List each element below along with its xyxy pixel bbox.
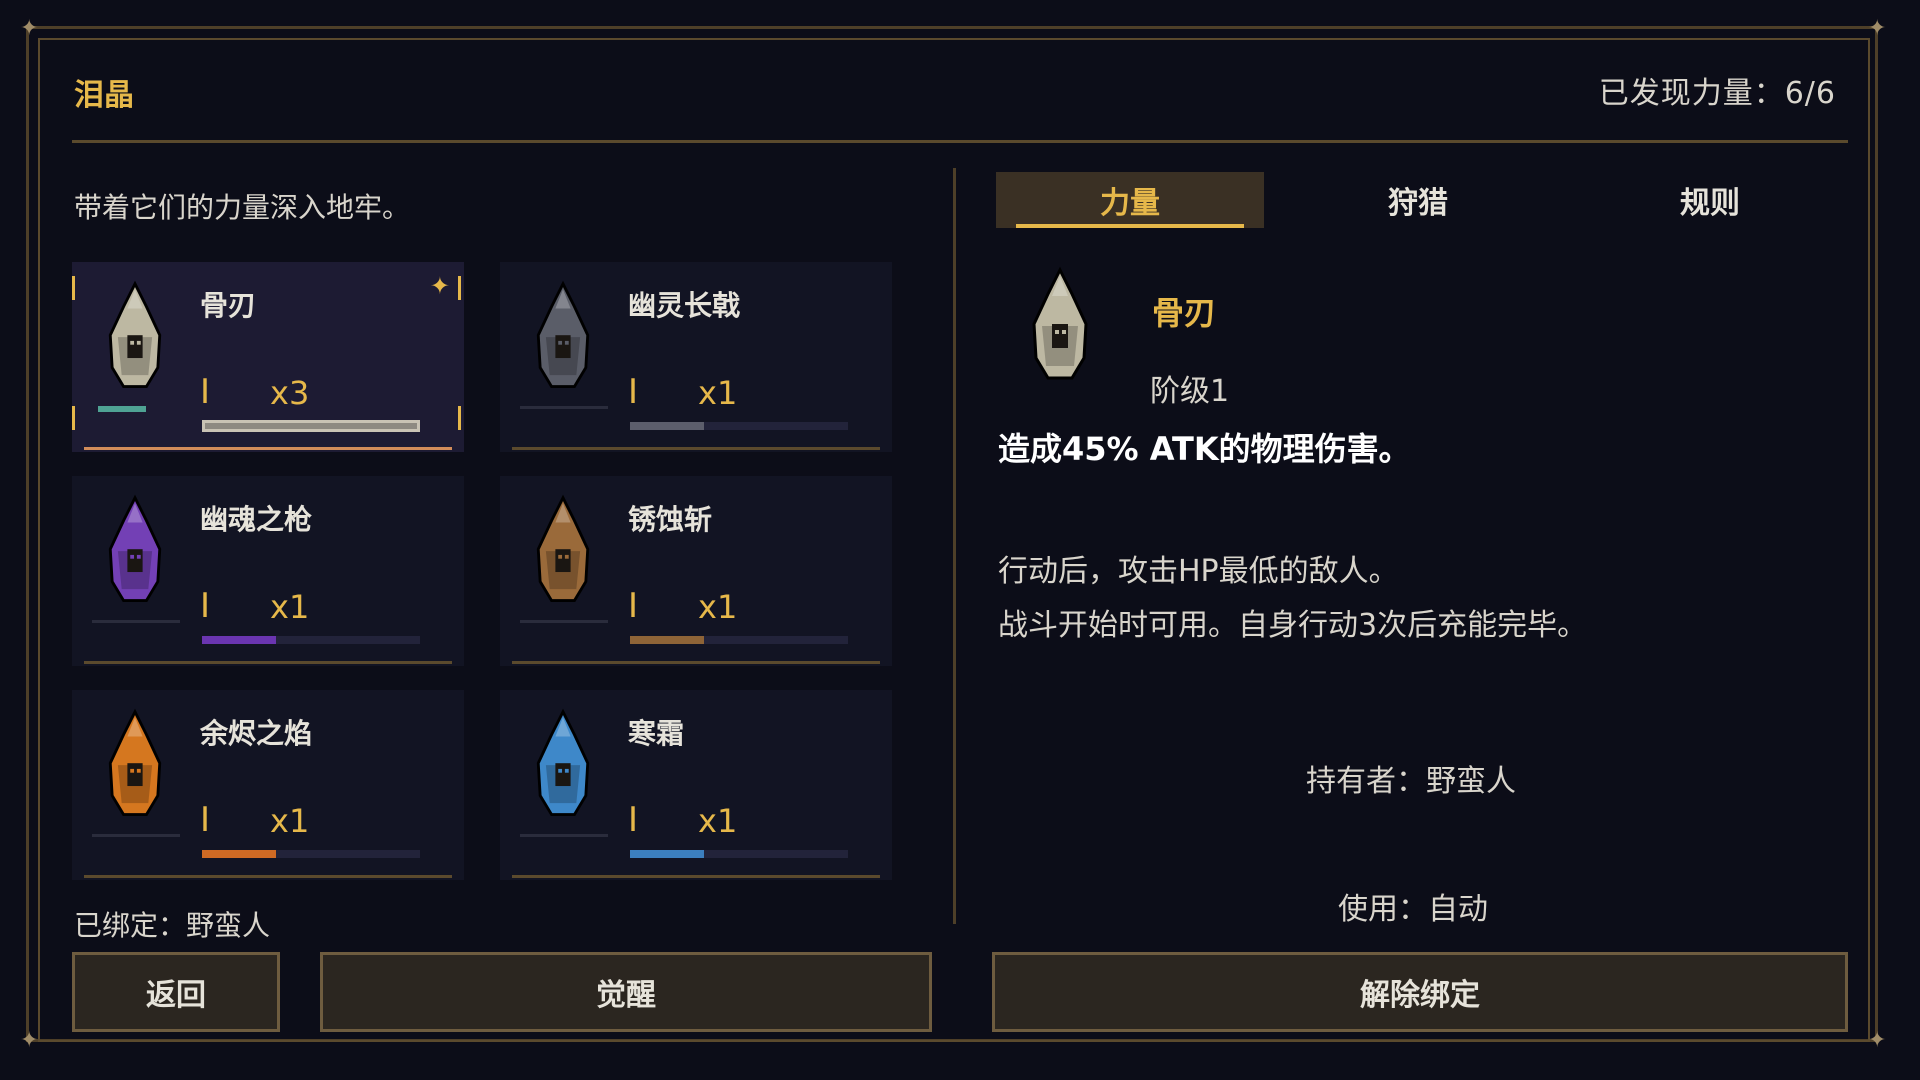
crystal-progress-bar	[630, 422, 848, 430]
crystal-progress-fill	[630, 850, 705, 858]
crystal-card[interactable]: 锈蚀斩 Ix1	[500, 476, 892, 666]
crystal-card[interactable]: 幽魂之枪 Ix1	[72, 476, 464, 666]
card-underline	[512, 875, 880, 878]
crystal-progress-fill	[202, 636, 277, 644]
crystal-name: 余烬之焰	[200, 717, 313, 750]
crystal-progress-fill	[630, 636, 705, 644]
card-underline	[512, 661, 880, 664]
crystal-icon	[516, 494, 610, 612]
back-button[interactable]: 返回	[72, 952, 280, 1032]
tab-label: 力量	[1100, 186, 1160, 221]
corner-ornament: ✦	[1868, 1028, 1887, 1053]
crystal-rank: I	[628, 372, 639, 412]
icon-shelf	[98, 406, 146, 412]
crystal-rank: I	[200, 372, 211, 412]
icon-shelf	[520, 406, 608, 409]
tab-label: 规则	[1680, 186, 1740, 221]
crystal-card[interactable]: 幽灵长戟 Ix1	[500, 262, 892, 452]
crystal-icon	[88, 494, 182, 612]
crystal-icon	[88, 708, 182, 826]
crystal-name: 幽魂之枪	[200, 503, 313, 536]
card-underline	[84, 661, 452, 664]
crystal-progress-bar	[202, 420, 420, 432]
panel-subtitle: 带着它们的力量深入地牢。	[74, 191, 411, 224]
selection-marker	[458, 276, 461, 300]
crystal-count: x3	[270, 374, 310, 412]
crystal-icon	[516, 280, 610, 398]
corner-ornament: ✦	[1868, 16, 1887, 41]
icon-shelf	[520, 834, 608, 837]
crystal-progress-bar	[202, 636, 420, 644]
crystal-count: x1	[698, 588, 738, 626]
crystal-progress-fill	[202, 850, 277, 858]
tab-hunt[interactable]: 狩猎	[1284, 172, 1552, 228]
crystal-rank: I	[200, 586, 211, 626]
selection-marker	[72, 406, 75, 430]
icon-shelf	[92, 834, 180, 837]
bound-status: 已绑定：野蛮人	[74, 909, 271, 942]
icon-shelf	[92, 620, 180, 623]
crystal-rank: I	[628, 586, 639, 626]
card-underline	[512, 447, 880, 450]
card-underline	[84, 447, 452, 450]
detail-description: 造成45% ATK的物理伤害。	[998, 430, 1411, 468]
crystal-name: 幽灵长戟	[628, 289, 741, 322]
detail-name: 骨刃	[1152, 294, 1217, 332]
crystal-count: x1	[698, 374, 738, 412]
crystal-name: 锈蚀斩	[628, 503, 713, 536]
detail-tier: 阶级1	[1150, 374, 1230, 409]
crystal-count: x1	[270, 588, 310, 626]
crystal-name: 寒霜	[628, 717, 685, 750]
crystal-rank: I	[200, 800, 211, 840]
card-underline	[84, 875, 452, 878]
tab-label: 狩猎	[1388, 186, 1448, 221]
selection-marker	[72, 276, 75, 300]
crystal-card[interactable]: 骨刃 Ix3 ✦	[72, 262, 464, 452]
crystal-icon	[88, 280, 182, 398]
icon-shelf	[520, 620, 608, 623]
crystal-count: x1	[698, 802, 738, 840]
crystal-progress-fill	[630, 422, 705, 430]
corner-ornament: ✦	[20, 1028, 39, 1053]
selection-marker	[458, 406, 461, 430]
tab-rules[interactable]: 规则	[1576, 172, 1844, 228]
panel-title: 泪晶	[74, 78, 134, 113]
unbind-button[interactable]: 解除绑定	[992, 952, 1848, 1032]
crystal-count: x1	[270, 802, 310, 840]
crystal-progress-fill	[205, 423, 417, 429]
crystal-progress-bar	[202, 850, 420, 858]
crystal-icon	[516, 708, 610, 826]
discovered-count: 已发现力量：6/6	[1598, 76, 1836, 111]
crystal-name: 骨刃	[200, 289, 257, 322]
crystal-progress-bar	[630, 850, 848, 858]
favorite-star-icon: ✦	[429, 272, 450, 300]
awaken-button[interactable]: 觉醒	[320, 952, 932, 1032]
detail-crystal-icon	[1022, 266, 1098, 390]
crystal-rank: I	[628, 800, 639, 840]
column-divider	[953, 168, 956, 924]
tab-power[interactable]: 力量	[996, 172, 1264, 228]
crystal-card[interactable]: 余烬之焰 Ix1	[72, 690, 464, 880]
detail-effect-line: 战斗开始时可用。自身行动3次后充能完毕。	[998, 608, 1588, 643]
detail-usage: 使用：自动	[1338, 892, 1488, 927]
corner-ornament: ✦	[20, 16, 39, 41]
crystal-progress-bar	[630, 636, 848, 644]
header-divider	[72, 140, 1848, 143]
crystal-card[interactable]: 寒霜 Ix1	[500, 690, 892, 880]
detail-holder: 持有者：野蛮人	[1306, 764, 1516, 799]
detail-effect-line: 行动后，攻击HP最低的敌人。	[998, 554, 1399, 589]
